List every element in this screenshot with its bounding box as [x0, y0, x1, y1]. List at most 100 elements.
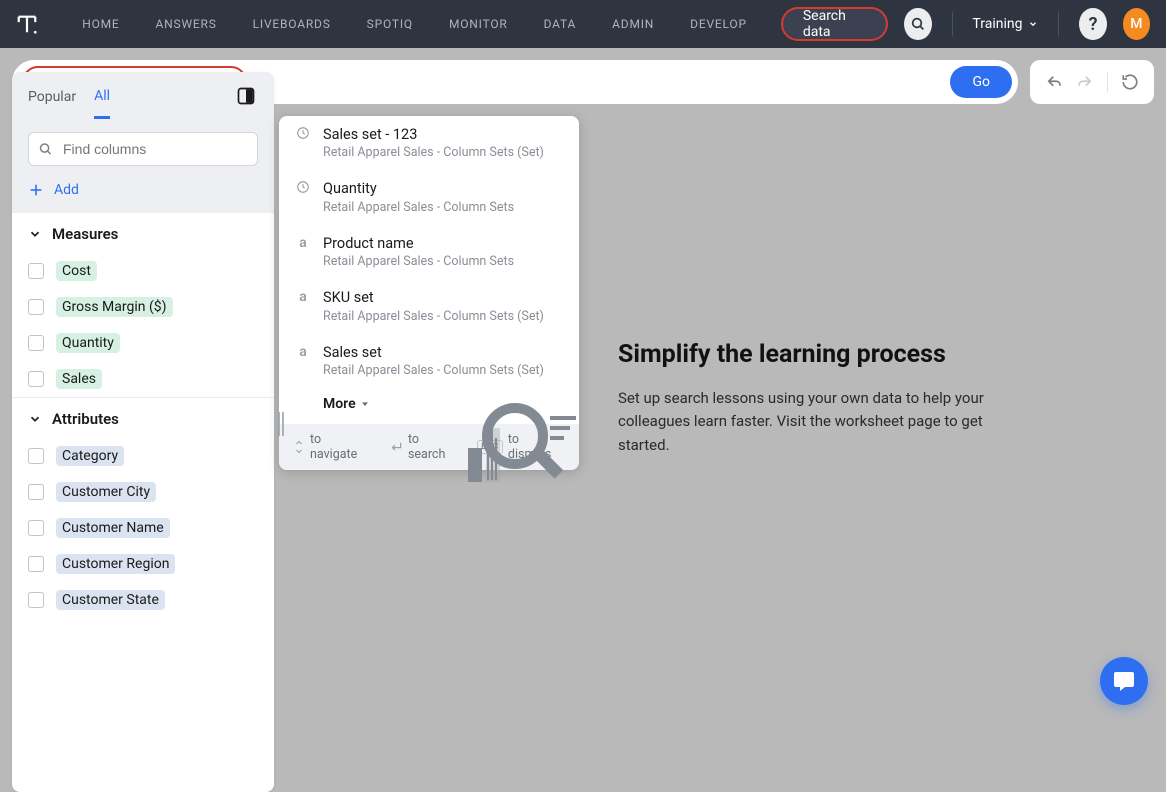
column-customer-name[interactable]: Customer Name	[12, 510, 274, 546]
suggestion-subtitle: Retail Apparel Sales - Column Sets	[323, 254, 563, 269]
column-category[interactable]: Category	[12, 438, 274, 474]
global-search-button[interactable]	[904, 8, 931, 40]
brand-logo[interactable]	[16, 11, 38, 37]
checkbox[interactable]	[28, 592, 44, 608]
training-menu[interactable]: Training	[972, 16, 1038, 32]
chat-launcher[interactable]	[1100, 657, 1148, 705]
checkbox[interactable]	[28, 371, 44, 387]
measures-section-header[interactable]: Measures	[12, 212, 274, 253]
history-controls	[1030, 60, 1154, 104]
nav-answers[interactable]: ANSWERS	[138, 17, 235, 31]
text-icon: a	[295, 344, 311, 360]
nav-develop[interactable]: DEVELOP	[672, 17, 765, 31]
undo-button[interactable]	[1045, 73, 1063, 91]
nav-links: HOME ANSWERS LIVEBOARDS SPOTIQ MONITOR D…	[64, 17, 765, 31]
top-nav: HOME ANSWERS LIVEBOARDS SPOTIQ MONITOR D…	[0, 0, 1166, 48]
suggestion-item[interactable]: a Sales set Retail Apparel Sales - Column…	[279, 334, 579, 388]
column-label: Customer Name	[56, 518, 170, 538]
suggestion-subtitle: Retail Apparel Sales - Column Sets (Set)	[323, 363, 563, 378]
column-customer-state[interactable]: Customer State	[12, 582, 274, 618]
attributes-title: Attributes	[52, 410, 119, 428]
suggestion-item[interactable]: Quantity Retail Apparel Sales - Column Se…	[279, 170, 579, 224]
checkbox[interactable]	[28, 448, 44, 464]
empty-state-heading: Simplify the learning process	[618, 340, 998, 369]
column-label: Category	[56, 446, 124, 466]
column-label: Sales	[56, 369, 102, 389]
arrows-icon	[293, 440, 305, 454]
column-label: Customer State	[56, 590, 165, 610]
caret-down-icon	[360, 399, 370, 409]
help-button[interactable]: ?	[1079, 8, 1106, 40]
checkbox[interactable]	[28, 556, 44, 572]
chat-icon	[1112, 669, 1136, 693]
reset-button[interactable]	[1121, 73, 1139, 91]
divider	[1058, 12, 1059, 36]
user-avatar[interactable]: M	[1123, 8, 1150, 40]
text-icon: a	[295, 235, 311, 251]
redo-button[interactable]	[1076, 73, 1094, 91]
nav-home[interactable]: HOME	[64, 17, 137, 31]
suggestion-item[interactable]: Sales set - 123 Retail Apparel Sales - Co…	[279, 116, 579, 170]
chevron-down-icon	[28, 412, 42, 426]
column-gross-margin[interactable]: Gross Margin ($)	[12, 289, 274, 325]
column-label: Customer City	[56, 482, 156, 502]
search-icon	[910, 16, 926, 32]
columns-panel: Popular All Add Measures Cost Gross Marg…	[12, 72, 274, 792]
search-data-button[interactable]: Search data	[781, 7, 888, 41]
measures-title: Measures	[52, 225, 118, 243]
enter-icon	[389, 441, 403, 453]
training-label: Training	[972, 16, 1022, 32]
checkbox[interactable]	[28, 299, 44, 315]
text-icon: a	[295, 289, 311, 305]
chevron-down-icon	[28, 227, 42, 241]
column-label: Quantity	[56, 333, 120, 353]
divider	[952, 12, 953, 36]
clock-icon	[295, 126, 311, 140]
checkbox[interactable]	[28, 263, 44, 279]
checkbox[interactable]	[28, 335, 44, 351]
nav-admin[interactable]: ADMIN	[594, 17, 672, 31]
nav-liveboards[interactable]: LIVEBOARDS	[235, 17, 349, 31]
tab-popular[interactable]: Popular	[28, 89, 76, 117]
search-icon	[38, 142, 53, 157]
add-label: Add	[54, 182, 79, 198]
attributes-section-header[interactable]: Attributes	[12, 397, 274, 438]
empty-state-text: Set up search lessons using your own dat…	[618, 387, 998, 457]
clock-icon	[295, 180, 311, 194]
column-cost[interactable]: Cost	[12, 253, 274, 289]
checkbox[interactable]	[28, 520, 44, 536]
suggestion-item[interactable]: a SKU set Retail Apparel Sales - Column S…	[279, 279, 579, 333]
suggestion-title: SKU set	[323, 289, 563, 306]
suggestion-title: Product name	[323, 235, 563, 252]
column-sales[interactable]: Sales	[12, 361, 274, 397]
tab-all[interactable]: All	[94, 88, 110, 119]
column-label: Cost	[56, 261, 97, 281]
suggestion-subtitle: Retail Apparel Sales - Column Sets (Set)	[323, 309, 563, 324]
checkbox[interactable]	[28, 484, 44, 500]
add-button[interactable]: Add	[12, 178, 274, 212]
search-input[interactable]	[273, 74, 950, 90]
column-quantity[interactable]: Quantity	[12, 325, 274, 361]
suggestion-item[interactable]: a Product name Retail Apparel Sales - Col…	[279, 225, 579, 279]
navigate-hint: to navigate	[310, 432, 371, 462]
column-customer-region[interactable]: Customer Region	[12, 546, 274, 582]
panel-splitter[interactable]	[277, 410, 285, 442]
nav-monitor[interactable]: MONITOR	[431, 17, 526, 31]
separator	[1107, 72, 1108, 92]
chevron-down-icon	[1028, 19, 1038, 29]
find-columns-input[interactable]	[28, 132, 258, 166]
suggestion-subtitle: Retail Apparel Sales - Column Sets	[323, 200, 563, 215]
panel-layout-toggle[interactable]	[236, 86, 258, 108]
empty-state: Simplify the learning process Set up sea…	[618, 340, 998, 457]
plus-icon	[28, 182, 44, 198]
nav-data[interactable]: DATA	[526, 17, 595, 31]
suggestion-title: Quantity	[323, 180, 563, 197]
column-label: Customer Region	[56, 554, 175, 574]
nav-spotiq[interactable]: SPOTIQ	[349, 17, 431, 31]
column-label: Gross Margin ($)	[56, 297, 173, 317]
suggestion-subtitle: Retail Apparel Sales - Column Sets (Set)	[323, 145, 563, 160]
suggestion-title: Sales set	[323, 344, 563, 361]
go-button[interactable]: Go	[950, 66, 1012, 98]
suggestion-title: Sales set - 123	[323, 126, 563, 143]
column-customer-city[interactable]: Customer City	[12, 474, 274, 510]
